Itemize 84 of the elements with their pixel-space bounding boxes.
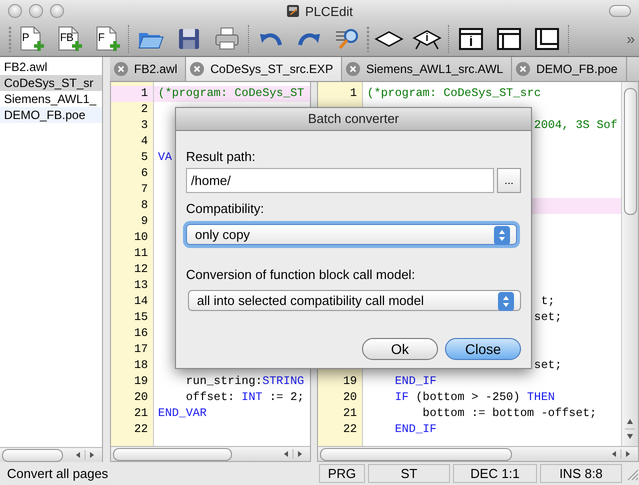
line-number: 18 bbox=[133, 358, 149, 374]
line-number: 21 bbox=[342, 406, 358, 422]
overflow-button[interactable]: » bbox=[626, 30, 635, 48]
new-document-button[interactable]: F bbox=[92, 24, 122, 54]
line-number: 7 bbox=[140, 182, 149, 198]
code-line: t; bbox=[540, 294, 555, 310]
file-list-item[interactable]: CoDeSys_ST_sr bbox=[0, 75, 102, 91]
new-document-button[interactable]: FB bbox=[54, 24, 84, 54]
new-document-button[interactable]: P bbox=[16, 24, 46, 54]
dialog-button[interactable]: Ok bbox=[362, 338, 438, 360]
default-button[interactable]: Close bbox=[445, 338, 521, 360]
line-number: 1 bbox=[349, 86, 358, 102]
status-field: ST bbox=[368, 464, 450, 483]
file-list-item[interactable]: DEMO_FB.poe bbox=[0, 107, 102, 123]
line-number: 8 bbox=[140, 198, 149, 214]
zoom-button[interactable] bbox=[50, 4, 64, 18]
file-list-item[interactable]: FB2.awl bbox=[0, 59, 102, 75]
line-number: 11 bbox=[133, 246, 149, 262]
code-line: (*program: CoDeSys_ST_src bbox=[367, 86, 541, 102]
dialog-title: Batch converter bbox=[308, 111, 400, 126]
line-number: 3 bbox=[140, 118, 149, 134]
code-line: run_string:STRING bbox=[186, 374, 304, 390]
line-number: 4 bbox=[140, 134, 149, 150]
line-number: 13 bbox=[133, 278, 149, 294]
code-line: END_IF bbox=[394, 422, 437, 438]
line-number: 10 bbox=[133, 230, 149, 246]
code-line: (*program: CoDeSys_ST bbox=[158, 86, 304, 102]
line-number: 9 bbox=[140, 214, 149, 230]
line-number: 19 bbox=[342, 374, 358, 390]
minimize-button[interactable] bbox=[29, 4, 43, 18]
file-tab[interactable]: DEMO_FB.poe bbox=[512, 57, 627, 81]
close-button[interactable] bbox=[8, 4, 22, 18]
line-number: 16 bbox=[133, 326, 149, 342]
horizontal-scrollbar[interactable] bbox=[111, 446, 310, 461]
code-line: VA bbox=[158, 150, 172, 166]
code-line: END_IF bbox=[394, 374, 437, 390]
dropdown-arrows-icon bbox=[498, 292, 514, 311]
status-field: DEC 1:1 bbox=[453, 464, 537, 483]
status-field: PRG bbox=[318, 464, 365, 483]
line-number: 22 bbox=[133, 422, 149, 438]
line-number: 1 bbox=[111, 86, 153, 102]
horizontal-scrollbar[interactable] bbox=[318, 446, 638, 461]
code-line: set; bbox=[534, 358, 562, 374]
horizontal-scrollbar[interactable] bbox=[0, 447, 102, 462]
dropdown[interactable]: all into selected compatibility call model bbox=[188, 290, 521, 311]
line-number: 20 bbox=[133, 390, 149, 406]
browse-button[interactable]: ... bbox=[497, 168, 521, 193]
close-icon[interactable] bbox=[516, 62, 530, 76]
line-number: 5 bbox=[140, 150, 149, 166]
toolbar-toggle-button[interactable] bbox=[609, 5, 631, 17]
line-number: 19 bbox=[133, 374, 149, 390]
close-icon[interactable] bbox=[114, 62, 128, 76]
line-number: 17 bbox=[133, 342, 149, 358]
line-number: 22 bbox=[342, 422, 358, 438]
window-title: PLCEdit bbox=[305, 4, 353, 18]
line-number: 2 bbox=[140, 102, 149, 118]
code-line: END_VAR bbox=[158, 406, 207, 422]
status-message: Convert all pages bbox=[7, 466, 108, 481]
file-tab[interactable]: Siemens_AWL1_src.AWL bbox=[342, 57, 512, 81]
dropdown-arrows-icon bbox=[494, 226, 510, 245]
result-path-field[interactable]: /home/ bbox=[186, 168, 494, 193]
line-number: 6 bbox=[140, 166, 149, 182]
close-icon[interactable] bbox=[346, 62, 360, 76]
line-number: 15 bbox=[133, 310, 149, 326]
line-number: 12 bbox=[133, 262, 149, 278]
dropdown[interactable]: only copy bbox=[186, 224, 517, 245]
field-label: Compatibility: bbox=[186, 201, 266, 216]
status-field: INS 8:8 bbox=[540, 464, 622, 483]
file-list-item[interactable]: Siemens_AWL1_ bbox=[0, 91, 102, 107]
app-icon bbox=[286, 4, 300, 18]
line-number: 14 bbox=[133, 294, 149, 310]
resize-grip-icon[interactable] bbox=[625, 466, 639, 480]
close-icon[interactable] bbox=[190, 62, 204, 76]
code-line: bottom := bottom -offset; bbox=[422, 406, 597, 422]
code-line: 2004, 3S Sof bbox=[534, 118, 618, 134]
field-label: Result path: bbox=[186, 149, 256, 164]
field-label: Conversion of function block call model: bbox=[186, 267, 416, 282]
vertical-scrollbar[interactable] bbox=[621, 82, 638, 446]
code-line: set; bbox=[534, 310, 562, 326]
code-line: offset: INT := 2; bbox=[186, 390, 304, 406]
code-line: IF (bottom > -250) THEN bbox=[394, 390, 555, 406]
file-tab[interactable]: CoDeSys_ST_src.EXP bbox=[186, 57, 342, 81]
line-number: 20 bbox=[342, 390, 358, 406]
line-number: 21 bbox=[133, 406, 149, 422]
